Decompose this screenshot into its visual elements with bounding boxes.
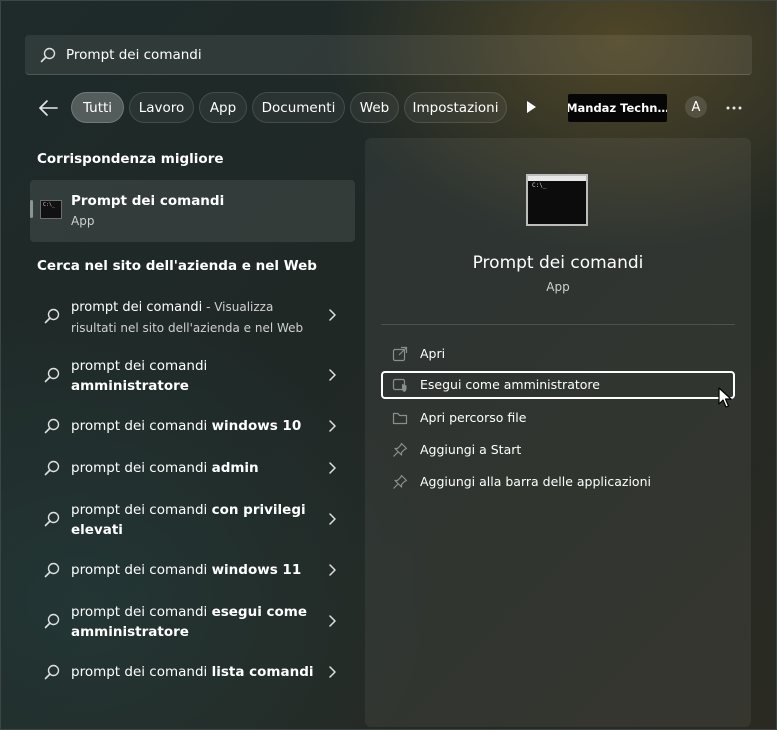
- web-suggestion-bold: admin: [211, 460, 259, 476]
- tab-impostazioni[interactable]: Impostazioni: [404, 92, 507, 123]
- web-section-heading: Cerca nel sito dell'azienda e nel Web: [37, 258, 317, 274]
- details-pane: C:\_ Prompt dei comandi App Apri Esegui …: [365, 138, 751, 727]
- web-suggestion[interactable]: prompt dei comandi con privilegi elevati: [37, 500, 357, 540]
- web-suggestion[interactable]: prompt dei comandi - Visualizza risultat…: [37, 297, 357, 337]
- search-input[interactable]: Prompt dei comandi: [66, 47, 202, 63]
- web-suggestion[interactable]: prompt dei comandi amministratore: [37, 356, 357, 396]
- avatar[interactable]: A: [685, 96, 707, 118]
- more-options-icon[interactable]: [726, 106, 742, 110]
- web-suggestion-text: prompt dei comandi: [71, 358, 208, 374]
- tab-web[interactable]: Web: [350, 92, 399, 123]
- tab-lavoro[interactable]: Lavoro: [129, 92, 194, 123]
- best-match-item[interactable]: C:\_ Prompt dei comandi App: [30, 180, 355, 242]
- tab-documenti[interactable]: Documenti: [252, 92, 345, 123]
- web-suggestion-text: prompt dei comandi: [71, 604, 212, 620]
- mouse-cursor-icon: [718, 387, 732, 408]
- chevron-right-icon: [329, 564, 336, 576]
- command-prompt-icon: C:\_: [526, 174, 588, 226]
- web-suggestion-bold: lista comandi: [211, 664, 314, 680]
- search-box[interactable]: Prompt dei comandi: [25, 35, 752, 75]
- web-suggestion-text: prompt dei comandi: [71, 502, 212, 518]
- search-icon: [44, 664, 60, 680]
- filter-bar: Tutti Lavoro App Documenti Web Impostazi…: [37, 92, 757, 124]
- web-suggestion[interactable]: prompt dei comandi windows 10: [37, 416, 357, 436]
- chevron-right-icon: [329, 309, 336, 321]
- details-type: App: [546, 280, 570, 294]
- best-match-type: App: [71, 214, 95, 228]
- selection-indicator: [30, 200, 33, 218]
- folder-icon: [392, 412, 408, 425]
- command-prompt-icon: C:\_: [40, 200, 62, 219]
- run-as-admin-icon: [392, 378, 407, 392]
- details-title: Prompt dei comandi: [472, 253, 644, 273]
- scroll-right-icon[interactable]: [525, 100, 537, 114]
- chevron-right-icon: [329, 666, 336, 678]
- tab-app[interactable]: App: [199, 92, 247, 123]
- best-match-heading: Corrispondenza migliore: [37, 151, 224, 167]
- action-label: Aggiungi alla barra delle applicazioni: [420, 474, 651, 489]
- tab-tutti[interactable]: Tutti: [71, 92, 124, 123]
- web-suggestion-text: prompt dei comandi: [71, 664, 212, 680]
- search-icon: [40, 47, 56, 62]
- action-label: Apri percorso file: [420, 410, 527, 425]
- web-suggestion[interactable]: prompt dei comandi admin: [37, 458, 357, 478]
- web-suggestion-text: prompt dei comandi: [71, 562, 212, 578]
- web-suggestion[interactable]: prompt dei comandi windows 11: [37, 560, 357, 580]
- chevron-right-icon: [329, 369, 336, 381]
- account-badge[interactable]: Mandaz Techn…: [568, 94, 667, 122]
- web-suggestion[interactable]: prompt dei comandi lista comandi: [37, 662, 357, 682]
- pin-icon: [393, 442, 408, 457]
- web-suggestion-text: prompt dei comandi: [71, 418, 212, 434]
- chevron-right-icon: [329, 462, 336, 474]
- web-suggestion-bold: amministratore: [71, 378, 189, 394]
- action-label: Esegui come amministratore: [420, 377, 600, 392]
- search-icon: [44, 613, 60, 629]
- action-pin-to-start[interactable]: Aggiungi a Start: [381, 436, 735, 464]
- search-icon: [44, 511, 60, 527]
- start-search-panel: Prompt dei comandi Tutti Lavoro App Docu…: [0, 0, 777, 730]
- web-suggestion-bold: windows 11: [211, 562, 302, 578]
- web-suggestion-text: prompt dei comandi: [71, 300, 203, 315]
- action-run-as-admin[interactable]: Esegui come amministratore: [381, 371, 735, 399]
- action-open-file-location[interactable]: Apri percorso file: [381, 404, 735, 432]
- search-icon: [44, 562, 60, 578]
- search-icon: [44, 367, 60, 383]
- search-icon: [44, 460, 60, 476]
- action-pin-to-taskbar[interactable]: Aggiungi alla barra delle applicazioni: [381, 468, 735, 496]
- action-label: Aggiungi a Start: [420, 442, 522, 457]
- best-match-name: Prompt dei comandi: [71, 193, 225, 209]
- pin-icon: [393, 474, 408, 489]
- web-suggestion-text: prompt dei comandi: [71, 460, 212, 476]
- search-icon: [44, 418, 60, 434]
- back-arrow-icon[interactable]: [37, 98, 59, 118]
- web-suggestion[interactable]: prompt dei comandi esegui come amministr…: [37, 602, 357, 642]
- chevron-right-icon: [329, 420, 336, 432]
- action-label: Apri: [420, 346, 446, 361]
- open-external-icon: [392, 346, 408, 362]
- chevron-right-icon: [329, 513, 336, 525]
- chevron-right-icon: [329, 615, 336, 627]
- web-suggestion-bold: windows 10: [211, 418, 302, 434]
- search-icon: [44, 308, 60, 324]
- action-open[interactable]: Apri: [381, 340, 735, 368]
- divider: [381, 324, 735, 325]
